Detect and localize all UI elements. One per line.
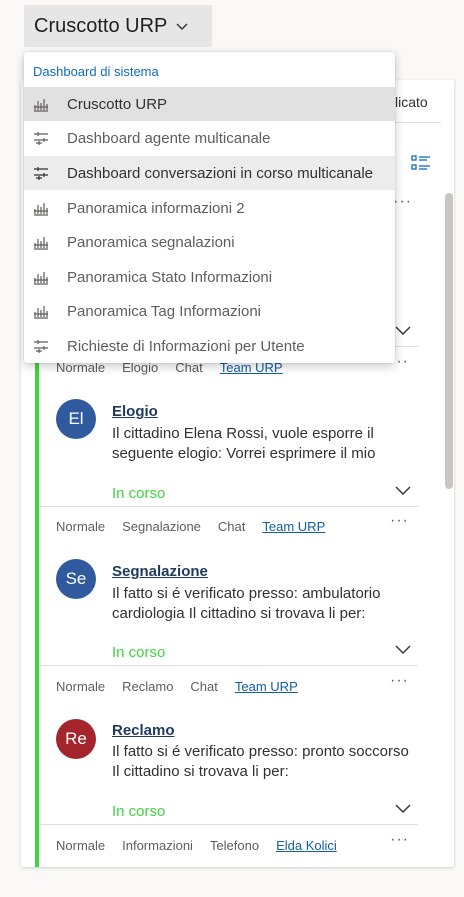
dashboard-interactive-icon: [34, 340, 48, 353]
list-view-icon[interactable]: [411, 154, 431, 172]
dropdown-item-label: Panoramica Tag Informazioni: [67, 302, 261, 320]
type-label: Reclamo: [122, 679, 174, 694]
channel-label: Telefono: [209, 838, 260, 853]
card-meta: Normale Reclamo Chat Team URP: [56, 679, 298, 694]
status-label: In corso: [112, 485, 166, 502]
channel-label: Chat: [190, 679, 218, 694]
dashboard-grid-icon: [34, 203, 48, 216]
scrollbar-thumb[interactable]: [445, 193, 453, 489]
more-dots-icon[interactable]: ···: [393, 193, 412, 211]
priority-label: Normale: [56, 838, 106, 853]
priority-label: Normale: [56, 519, 106, 534]
dashboard-grid-icon: [34, 272, 48, 285]
dropdown-item-richieste-informazioni[interactable]: Richieste di Informazioni per Utente: [24, 329, 395, 363]
dashboard-selector-button[interactable]: Cruscotto URP: [24, 5, 212, 47]
dropdown-item-label: Panoramica informazioni 2: [67, 199, 245, 217]
type-label: Informazioni: [122, 838, 193, 853]
dropdown-item-panoramica-tag[interactable]: Panoramica Tag Informazioni: [24, 294, 395, 328]
owner-link[interactable]: Team URP: [262, 519, 325, 534]
card-description: Il fatto si é verificato presso: pronto …: [112, 743, 409, 780]
dashboard-grid-icon: [34, 237, 48, 250]
more-dots-icon[interactable]: ···: [390, 672, 409, 690]
card-meta: Normale Informazioni Telefono Elda Kolic…: [56, 838, 337, 853]
dropdown-item-label: Panoramica Stato Informazioni: [67, 268, 273, 286]
owner-link[interactable]: Team URP: [235, 679, 298, 694]
chevron-down-icon[interactable]: [394, 484, 412, 496]
status-accent-bar: [35, 352, 39, 867]
dropdown-item-panoramica-segnalazioni[interactable]: Panoramica segnalazioni: [24, 225, 395, 259]
more-dots-icon[interactable]: ···: [390, 831, 409, 849]
card-title-link[interactable]: Elogio: [112, 403, 158, 420]
dashboard-interactive-icon: [34, 132, 48, 145]
dropdown-item-label: Panoramica segnalazioni: [67, 233, 235, 251]
channel-label: Chat: [217, 519, 246, 534]
dashboard-grid-icon: [34, 306, 48, 319]
chevron-down-icon[interactable]: [394, 802, 412, 814]
panel-partial-text: licato: [395, 94, 428, 110]
dropdown-item-dashboard-agente[interactable]: Dashboard agente multicanale: [24, 121, 395, 155]
dropdown-item-label: Dashboard agente multicanale: [67, 129, 271, 147]
status-label: In corso: [112, 644, 166, 661]
dropdown-item-label: Dashboard conversazioni in corso multica…: [67, 164, 373, 182]
card-title-link[interactable]: Segnalazione: [112, 563, 208, 580]
dashboard-dropdown-menu: Dashboard di sistema Cruscotto URP Dashb…: [24, 52, 395, 363]
row-divider: [39, 506, 418, 507]
more-dots-icon[interactable]: ···: [390, 512, 409, 530]
avatar: Re: [56, 719, 96, 759]
card-title-link[interactable]: Reclamo: [112, 722, 175, 739]
dropdown-item-dashboard-conversazioni[interactable]: Dashboard conversazioni in corso multica…: [24, 156, 395, 190]
owner-link[interactable]: Elda Kolici: [276, 838, 337, 853]
row-divider: [39, 824, 418, 825]
avatar: El: [56, 399, 96, 439]
card-description: Il cittadino Elena Rossi, vuole esporre …: [112, 425, 376, 462]
status-label: In corso: [112, 803, 166, 820]
priority-label: Normale: [56, 679, 106, 694]
type-label: Segnalazione: [122, 519, 201, 534]
dropdown-section-label: Dashboard di sistema: [33, 64, 159, 79]
dropdown-item-cruscotto-urp[interactable]: Cruscotto URP: [24, 87, 395, 121]
card-meta: Normale Segnalazione Chat Team URP: [56, 519, 325, 534]
chevron-down-icon[interactable]: [394, 324, 412, 336]
row-divider: [39, 665, 418, 666]
dropdown-item-label: Cruscotto URP: [67, 95, 168, 113]
dashboard-interactive-icon: [34, 167, 48, 180]
dashboard-selector-title: Cruscotto URP: [34, 14, 168, 37]
dropdown-item-panoramica-stato[interactable]: Panoramica Stato Informazioni: [24, 260, 395, 294]
dropdown-item-panoramica-informazioni-2[interactable]: Panoramica informazioni 2: [24, 191, 395, 225]
dropdown-item-label: Richieste di Informazioni per Utente: [67, 337, 305, 355]
chevron-down-icon: [176, 23, 188, 30]
chevron-down-icon[interactable]: [394, 643, 412, 655]
dashboard-grid-icon: [34, 99, 48, 112]
avatar: Se: [56, 559, 96, 599]
card-description: Il fatto si é verificato presso: ambulat…: [112, 585, 381, 622]
